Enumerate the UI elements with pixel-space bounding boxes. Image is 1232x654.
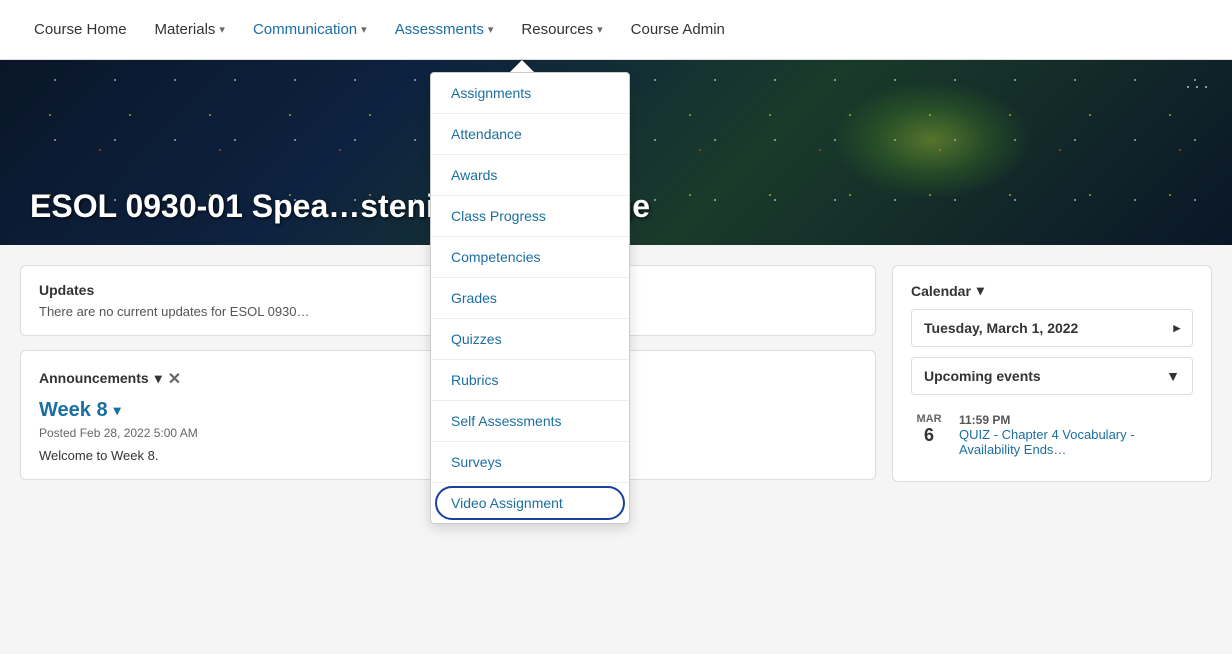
hero-dots: ··· — [1185, 76, 1212, 97]
nav-course-admin[interactable]: Course Admin — [617, 0, 739, 59]
dropdown-item-video-assignment[interactable]: Video Assignment — [431, 483, 629, 523]
dropdown-item-rubrics[interactable]: Rubrics — [431, 360, 629, 401]
nav-materials[interactable]: Materials ▾ — [141, 0, 239, 59]
announcements-chevron[interactable]: ▾ — [155, 370, 162, 387]
nav-assessments[interactable]: Assessments ▾ — [381, 0, 508, 59]
calendar-chevron[interactable]: ▾ — [977, 282, 984, 299]
dropdown-item-competencies[interactable]: Competencies — [431, 237, 629, 278]
dropdown-item-quizzes[interactable]: Quizzes — [431, 319, 629, 360]
nav-assessments-chevron: ▾ — [488, 23, 494, 36]
dropdown-item-class-progress[interactable]: Class Progress — [431, 196, 629, 237]
close-announcement-button[interactable]: ✕ — [168, 369, 181, 389]
dropdown-menu: Assignments Attendance Awards Class Prog… — [430, 72, 630, 524]
top-navigation: Course Home Materials ▾ Communication ▾ … — [0, 0, 1232, 60]
assessments-dropdown: Assignments Attendance Awards Class Prog… — [430, 60, 630, 524]
dropdown-item-surveys[interactable]: Surveys — [431, 442, 629, 483]
event-date-badge: MAR 6 — [911, 413, 947, 457]
calendar-date-row[interactable]: Tuesday, March 1, 2022 ▸ — [911, 309, 1193, 347]
event-details: 11:59 PM QUIZ - Chapter 4 Vocabulary - A… — [959, 413, 1193, 457]
right-column: Calendar ▾ Tuesday, March 1, 2022 ▸ Upco… — [892, 265, 1212, 482]
nav-course-home[interactable]: Course Home — [20, 0, 141, 59]
upcoming-events-title: Upcoming events — [924, 368, 1041, 384]
nav-resources-chevron: ▾ — [597, 23, 603, 36]
week-chevron: ▾ — [114, 402, 121, 419]
nav-course-home-label: Course Home — [34, 21, 127, 38]
event-name[interactable]: QUIZ - Chapter 4 Vocabulary - Availabili… — [959, 427, 1193, 457]
nav-course-admin-label: Course Admin — [631, 21, 725, 38]
nav-materials-label: Materials — [155, 21, 216, 38]
calendar-next-arrow[interactable]: ▸ — [1173, 320, 1180, 336]
upcoming-events-chevron: ▼ — [1166, 368, 1180, 384]
nav-communication-label: Communication — [253, 21, 357, 38]
nav-materials-chevron: ▾ — [219, 23, 225, 36]
nav-communication-chevron: ▾ — [361, 23, 367, 36]
nav-assessments-label: Assessments — [395, 21, 484, 38]
event-month: MAR — [916, 413, 941, 425]
nav-resources[interactable]: Resources ▾ — [507, 0, 616, 59]
nav-resources-label: Resources — [521, 21, 593, 38]
calendar-header: Calendar ▾ — [911, 282, 1193, 299]
dropdown-item-self-assessments[interactable]: Self Assessments — [431, 401, 629, 442]
calendar-date: Tuesday, March 1, 2022 — [924, 320, 1078, 336]
event-day: 6 — [924, 425, 934, 446]
hero-glow — [832, 80, 1032, 200]
dropdown-item-attendance[interactable]: Attendance — [431, 114, 629, 155]
dropdown-item-grades[interactable]: Grades — [431, 278, 629, 319]
announcements-title: Announcements — [39, 370, 149, 386]
event-item: MAR 6 11:59 PM QUIZ - Chapter 4 Vocabula… — [911, 405, 1193, 465]
calendar-card: Calendar ▾ Tuesday, March 1, 2022 ▸ Upco… — [892, 265, 1212, 482]
dropdown-item-awards[interactable]: Awards — [431, 155, 629, 196]
calendar-title: Calendar — [911, 283, 971, 299]
dropdown-item-assignments[interactable]: Assignments — [431, 73, 629, 114]
event-time: 11:59 PM — [959, 413, 1193, 427]
dropdown-arrow — [510, 60, 534, 72]
upcoming-events-header[interactable]: Upcoming events ▼ — [911, 357, 1193, 395]
nav-communication[interactable]: Communication ▾ — [239, 0, 381, 59]
